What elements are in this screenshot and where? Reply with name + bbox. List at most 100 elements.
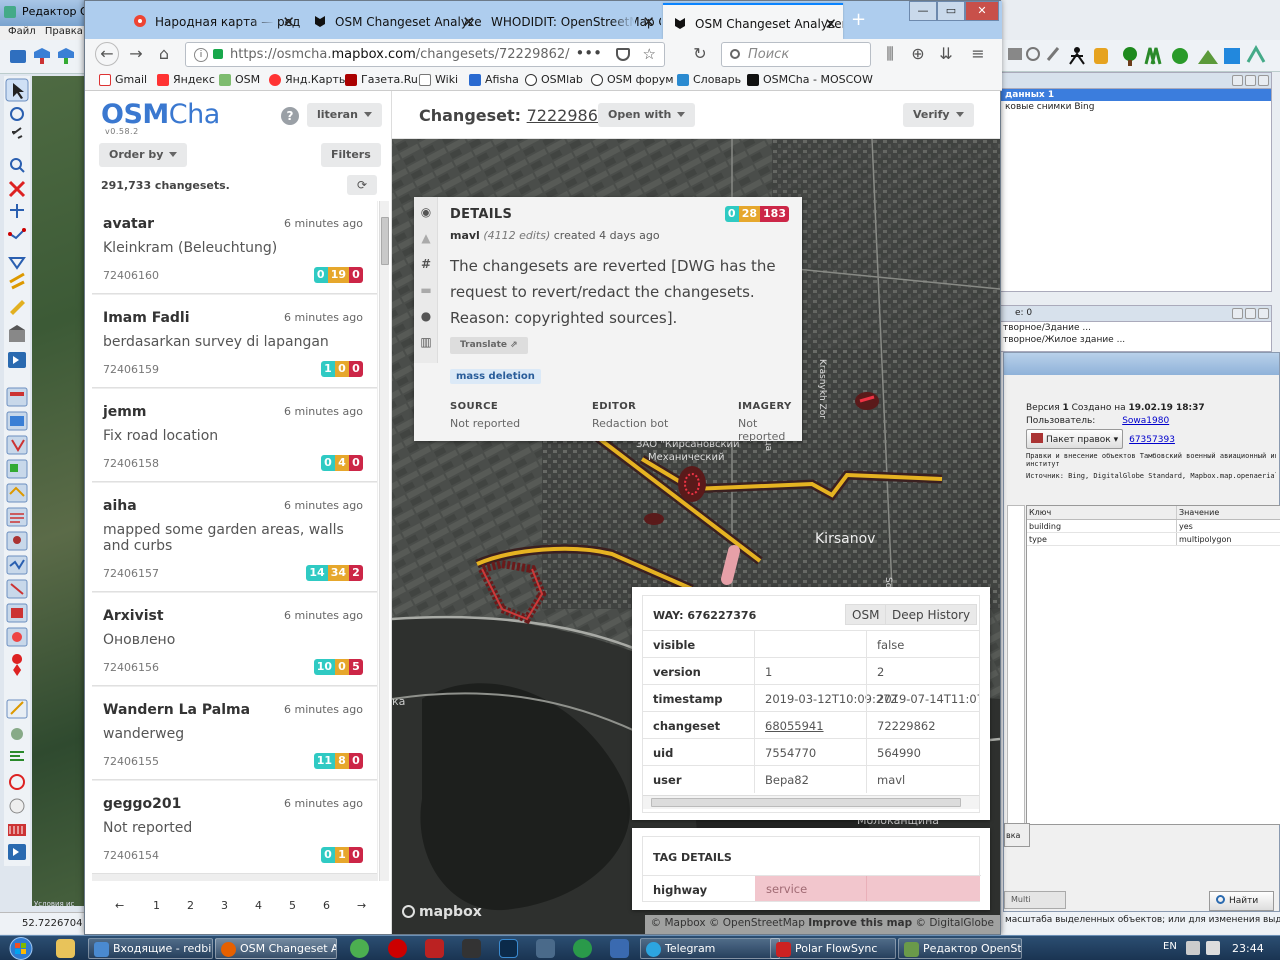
volume-icon[interactable]	[1206, 941, 1220, 955]
hashtag-icon[interactable]: #	[419, 257, 433, 271]
bookmark-yandex-maps[interactable]: Янд.Карты	[269, 73, 348, 86]
page-3[interactable]: 3	[221, 899, 228, 912]
library-icon[interactable]: ⫼	[879, 43, 901, 65]
scrollbar-thumb[interactable]	[651, 798, 961, 807]
bookmark-osmcha-moscow[interactable]: OSMCha - MOSCOW	[747, 73, 873, 86]
scrollbar-thumb[interactable]	[381, 217, 389, 265]
bookmark-star-icon[interactable]: ☆	[643, 45, 656, 63]
minimize-button[interactable]: —	[909, 1, 937, 21]
user-icon[interactable]: ●	[419, 309, 433, 323]
filters-button[interactable]: Filters	[321, 143, 381, 167]
warning-icon[interactable]: ▲	[419, 231, 433, 245]
bookmark-wiki[interactable]: Wiki	[419, 73, 458, 86]
tab-whodidit[interactable]: WHODIDIT: OpenStreetMap Ch ✕	[483, 5, 661, 37]
search-input[interactable]: Поиск	[721, 42, 871, 67]
bookmark-osm[interactable]: OSM	[219, 73, 260, 86]
language-indicator[interactable]: EN	[1163, 941, 1177, 952]
refresh-icon[interactable]: ⟳	[347, 175, 377, 195]
tab-close-icon[interactable]: ✕	[642, 13, 655, 31]
way-osm-button[interactable]: OSM	[845, 604, 887, 625]
panel-settings-icon[interactable]	[1232, 75, 1243, 86]
forward-button[interactable]: →	[125, 43, 147, 65]
explorer-icon[interactable]	[56, 939, 75, 958]
tab-close-icon[interactable]: ✕	[824, 15, 837, 33]
history-user-link[interactable]: Sowa1980	[1122, 416, 1169, 426]
taskbar-josm[interactable]: Редактор OpenStr...	[898, 938, 1022, 959]
app-icon[interactable]	[536, 939, 555, 958]
changeset-item[interactable]: Wandern La Palma 6 minutes ago wanderweg …	[92, 687, 377, 780]
tab-osmcha-1[interactable]: OSM Changeset Analyzer ✕	[303, 5, 481, 37]
taskbar-mail[interactable]: Входящие - redbik...	[88, 938, 213, 959]
map-icon[interactable]: ▥	[419, 335, 433, 349]
page-6[interactable]: 6	[323, 899, 330, 912]
selection-item[interactable]: творное/Здание ...	[1001, 322, 1271, 334]
info-icon[interactable]: i	[194, 48, 208, 62]
osmcha-logo[interactable]: OSMCha	[101, 99, 220, 130]
bookmark-yandex[interactable]: Яндекс	[157, 73, 215, 86]
details-user[interactable]: mavl	[450, 229, 480, 242]
chrome-icon[interactable]	[350, 939, 369, 958]
close-window-button[interactable]: ✕	[965, 1, 999, 21]
translate-button[interactable]: Translate ⇗	[450, 337, 528, 354]
taskbar-telegram[interactable]: Telegram	[640, 938, 780, 959]
whatsapp-icon[interactable]	[573, 939, 592, 958]
history-left-button[interactable]: вка	[1004, 823, 1030, 847]
maximize-button[interactable]: ▭	[937, 1, 965, 21]
list-scrollbar[interactable]	[379, 201, 389, 881]
page-2[interactable]: 2	[187, 899, 194, 912]
app-icon[interactable]	[610, 939, 629, 958]
photoshop-icon[interactable]	[499, 939, 518, 958]
changeset-item[interactable]: Imam Fadli 6 minutes ago berdasarkan surv…	[92, 295, 377, 388]
multi-field[interactable]: Multi	[1004, 891, 1066, 909]
tab-close-icon[interactable]: ✕	[282, 13, 295, 31]
tab-narodnaya-karta[interactable]: Народная карта — редакт✕	[123, 5, 301, 37]
tab-close-icon[interactable]: ✕	[462, 13, 475, 31]
josm-tools-icons[interactable]	[4, 76, 30, 866]
open-with-button[interactable]: Open with	[598, 103, 696, 127]
bookmark-slovar[interactable]: Словарь	[677, 73, 741, 86]
tab-osmcha-active[interactable]: OSM Changeset Analyzer ✕	[663, 3, 843, 39]
bookmark-osm-forum[interactable]: OSM форум	[591, 73, 674, 86]
help-icon[interactable]: ?	[281, 107, 299, 125]
taskbar-firefox[interactable]: OSM Changeset A...	[215, 938, 337, 959]
josm-menu-file[interactable]: Файл	[8, 26, 36, 37]
sel-close-icon[interactable]	[1258, 308, 1269, 319]
taskbar-polar[interactable]: Polar FlowSync	[770, 938, 896, 959]
sel-settings-icon[interactable]	[1232, 308, 1243, 319]
panel-minimize-icon[interactable]	[1245, 75, 1256, 86]
prev-page[interactable]: ←	[115, 899, 124, 912]
bookmark-osmlab[interactable]: OSMlab	[525, 73, 583, 86]
new-tab-button[interactable]: +	[851, 9, 866, 30]
back-button[interactable]: ←	[95, 42, 119, 66]
history-changeset-link[interactable]: 67357393	[1129, 435, 1175, 445]
panel-close-icon[interactable]	[1258, 75, 1269, 86]
reload-icon[interactable]: ↻	[689, 43, 711, 65]
bookmark-afisha[interactable]: Afisha	[469, 73, 519, 86]
find-button[interactable]: Найти	[1209, 891, 1274, 911]
bookmark-gmail[interactable]: Gmail	[99, 73, 147, 86]
screenshot-icon[interactable]: ⊕	[907, 43, 929, 65]
filezilla-icon[interactable]	[425, 939, 444, 958]
mapbox-logo[interactable]: mapbox	[402, 904, 482, 920]
way-table-scrollbar[interactable]	[643, 795, 979, 809]
eye-icon[interactable]: ◉	[419, 205, 433, 219]
changeset-item[interactable]: Arxivist 6 minutes ago Оновлено 72406156 …	[92, 593, 377, 686]
bookmark-gazeta[interactable]: Газета.Ru	[345, 73, 418, 86]
changeset-item[interactable]: avatar 6 minutes ago Kleinkram (Beleuchtu…	[92, 201, 377, 294]
josm-toolbar-icons[interactable]	[0, 40, 88, 74]
changeset-item[interactable]: jemm 6 minutes ago Fix road location 7240…	[92, 389, 377, 482]
satellite-map[interactable]: ЗАО "Кирсановский Механический Kirsanov …	[392, 139, 1000, 934]
table-row[interactable]: building yes	[1027, 520, 1280, 533]
opera-icon[interactable]	[388, 939, 407, 958]
verify-button[interactable]: Verify	[903, 103, 974, 127]
comment-icon[interactable]: ▬	[419, 283, 433, 297]
hamburger-menu-icon[interactable]: ≡	[967, 43, 989, 65]
josm-preset-icons[interactable]	[1000, 40, 1280, 72]
next-page[interactable]: →	[357, 899, 366, 912]
deep-history-button[interactable]: Deep History	[885, 604, 978, 625]
josm-menu-edit[interactable]: Правка	[45, 26, 83, 37]
table-row[interactable]: type multipolygon	[1027, 533, 1280, 546]
improve-map-link[interactable]: Improve this map	[808, 917, 912, 929]
layer-bing[interactable]: ковые снимки Bing	[1001, 101, 1271, 113]
start-button-icon[interactable]	[4, 936, 38, 960]
